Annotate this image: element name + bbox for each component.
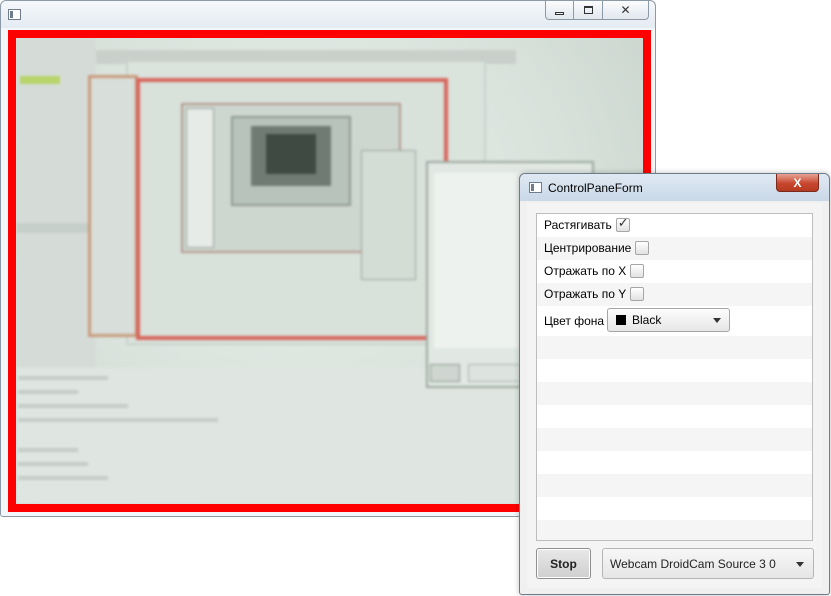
main-titlebar[interactable]: ✕: [1, 1, 655, 28]
minimize-button[interactable]: [545, 1, 574, 20]
option-row: Отражать по Y: [537, 283, 812, 306]
empty-row: [537, 520, 812, 540]
window-app-icon[interactable]: [8, 9, 21, 20]
control-pane-close-button[interactable]: X: [776, 174, 819, 192]
stretch-label: Растягивать: [544, 218, 612, 232]
center-label: Центрирование: [544, 241, 632, 255]
flip-x-checkbox[interactable]: [630, 264, 645, 278]
minimize-icon: [555, 11, 564, 15]
control-pane-window: ControlPaneForm X Растягивать ✓ Центриро…: [519, 173, 830, 595]
close-button[interactable]: ✕: [603, 1, 649, 20]
flip-x-label: Отражать по X: [544, 264, 627, 278]
empty-row: [537, 474, 812, 497]
options-list: Растягивать ✓ Центрирование Отражать по …: [536, 213, 813, 541]
option-row: Растягивать ✓: [537, 214, 812, 237]
background-color-value: Black: [632, 313, 662, 327]
control-pane-title: ControlPaneForm: [548, 181, 643, 195]
webcam-source-select[interactable]: Webcam DroidCam Source 3 0: [602, 548, 814, 579]
option-row: Цвет фона Black: [537, 306, 812, 336]
chevron-down-icon: [796, 562, 804, 567]
webcam-source-value: Webcam DroidCam Source 3 0: [610, 556, 776, 571]
maximize-icon: [583, 6, 593, 14]
flip-y-label: Отражать по Y: [544, 287, 627, 301]
color-swatch: [616, 315, 626, 325]
stretch-checkbox[interactable]: ✓: [615, 216, 630, 232]
empty-row: [537, 405, 812, 428]
empty-row: [537, 382, 812, 405]
close-icon: ✕: [620, 3, 631, 17]
maximize-button[interactable]: [574, 1, 603, 20]
option-row: Отражать по X: [537, 260, 812, 283]
stop-button[interactable]: Stop: [536, 548, 591, 579]
flip-y-checkbox[interactable]: [630, 287, 645, 301]
checkmark-icon: ✓: [617, 216, 629, 231]
empty-row: [537, 359, 812, 382]
empty-row: [537, 451, 812, 474]
close-icon: X: [793, 175, 802, 190]
center-checkbox[interactable]: [635, 241, 650, 255]
empty-row: [537, 428, 812, 451]
empty-row: [537, 497, 812, 520]
control-pane-titlebar[interactable]: ControlPaneForm X: [520, 174, 829, 201]
option-row: Центрирование: [537, 237, 812, 260]
control-pane-app-icon[interactable]: [529, 182, 542, 193]
background-color-label: Цвет фона: [544, 314, 605, 328]
background-color-picker[interactable]: Black: [607, 308, 730, 332]
control-pane-content: Растягивать ✓ Центрирование Отражать по …: [527, 203, 822, 588]
chevron-down-icon: [713, 318, 721, 323]
empty-row: [537, 336, 812, 359]
